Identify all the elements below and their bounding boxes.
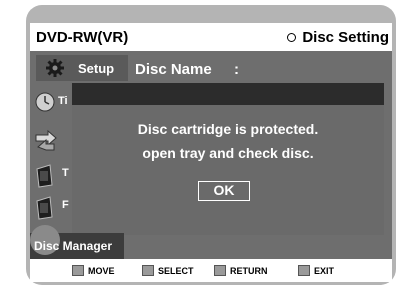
- arrows-icon: [35, 129, 57, 151]
- circle-icon: [287, 33, 297, 42]
- film-icon: [36, 164, 53, 188]
- sidebar-item-time[interactable]: Ti: [30, 87, 72, 121]
- return-key-icon: [214, 265, 226, 276]
- gear-icon: [46, 59, 64, 77]
- film-icon: [36, 196, 53, 220]
- footer-select-label: SELECT: [158, 265, 194, 276]
- disc-mode-label: DVD-RW(VR): [36, 29, 129, 46]
- disc-manager-label: Disc Manager: [34, 239, 113, 253]
- screen: DVD-RW(VR) Disc Setting Ti T F Setup Dis…: [30, 23, 392, 259]
- footer-bar: MOVE SELECT RETURN EXIT: [30, 259, 392, 282]
- sidebar-item-label: Ti: [58, 95, 68, 107]
- protected-dialog: Disc cartridge is protected. open tray a…: [72, 83, 384, 235]
- disc-name-label: Disc Name: [135, 61, 212, 78]
- clock-icon: [35, 92, 55, 112]
- footer-return: RETURN: [214, 265, 268, 276]
- updown-key-icon: [72, 265, 84, 276]
- tab-setup[interactable]: Setup: [36, 55, 128, 81]
- footer-exit: EXIT: [298, 265, 334, 276]
- footer-exit-label: EXIT: [314, 265, 335, 276]
- footer-move-label: MOVE: [88, 265, 115, 276]
- tab-setup-label: Setup: [78, 61, 115, 76]
- footer-return-label: RETURN: [230, 265, 268, 276]
- sidebar-item-edit[interactable]: [30, 123, 72, 157]
- ok-button[interactable]: OK: [198, 181, 250, 201]
- sidebar-item-label: F: [62, 199, 69, 211]
- sidebar-item-title[interactable]: T: [30, 159, 72, 193]
- disc-manager-item[interactable]: Disc Manager: [30, 225, 124, 259]
- footer-move: MOVE: [72, 265, 115, 276]
- sidebar-item-function[interactable]: F: [30, 191, 72, 225]
- dialog-message-line1: Disc cartridge is protected.: [137, 121, 319, 137]
- section-title-text: Disc Setting: [302, 29, 389, 46]
- disc-name-separator: :: [234, 61, 239, 78]
- section-title: Disc Setting: [287, 29, 389, 46]
- sidebar-item-label: T: [62, 167, 69, 179]
- dialog-message-line2: open tray and check disc.: [142, 145, 314, 161]
- menu-key-icon: [298, 265, 310, 276]
- setup-row: Setup Disc Name :: [30, 53, 392, 83]
- dialog-header: [72, 83, 384, 105]
- enter-key-icon: [142, 265, 154, 276]
- title-bar: DVD-RW(VR) Disc Setting: [30, 23, 392, 51]
- footer-select: SELECT: [142, 265, 194, 276]
